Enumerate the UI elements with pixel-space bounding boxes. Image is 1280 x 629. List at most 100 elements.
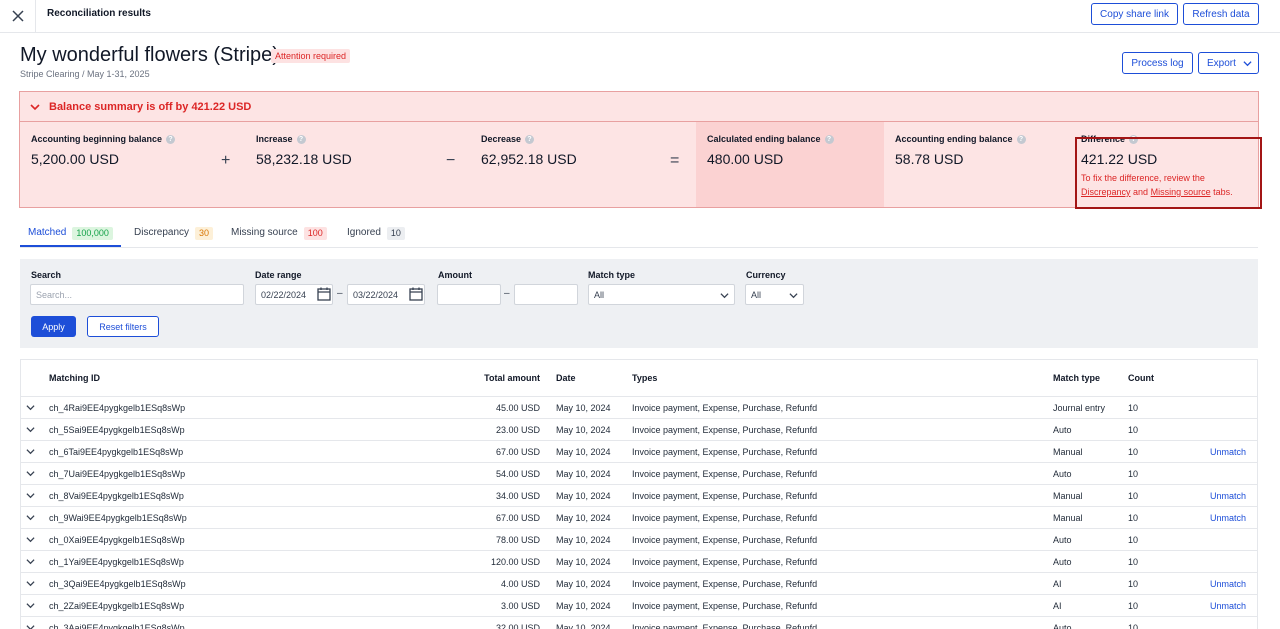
tab-ignored[interactable]: Ignored 10 xyxy=(347,221,405,247)
tab-matched[interactable]: Matched 100,000 xyxy=(20,221,121,247)
column-header-matching-id[interactable]: Matching ID xyxy=(49,373,100,383)
unmatch-link[interactable]: Unmatch xyxy=(1210,513,1246,523)
increase-value: 58,232.18 USD xyxy=(256,151,352,167)
total-amount-cell: 34.00 USD xyxy=(495,491,540,501)
total-amount-cell: 45.00 USD xyxy=(495,403,540,413)
beginning-balance-cell: Accounting beginning balance? 5,200.00 U… xyxy=(20,122,245,207)
close-button[interactable] xyxy=(0,0,36,32)
date-cell: May 10, 2024 xyxy=(556,469,611,479)
tab-count-badge: 30 xyxy=(195,227,214,240)
matching-id-cell: ch_5Sai9EE4pygkgelb1ESq8sWp xyxy=(49,425,185,435)
matching-id-cell: ch_4Rai9EE4pygkgelb1ESq8sWp xyxy=(49,403,186,413)
currency-select[interactable]: All xyxy=(745,284,804,305)
types-cell: Invoice payment, Expense, Purchase, Refu… xyxy=(632,623,818,629)
types-cell: Invoice payment, Expense, Purchase, Refu… xyxy=(632,447,818,457)
refresh-data-button[interactable]: Refresh data xyxy=(1183,3,1259,25)
match-type-select[interactable]: All xyxy=(588,284,735,305)
chevron-down-icon[interactable] xyxy=(26,425,35,434)
export-button[interactable]: Export xyxy=(1198,52,1259,74)
count-cell: 10 xyxy=(1128,491,1139,501)
date-cell: May 10, 2024 xyxy=(556,447,611,457)
chevron-down-icon[interactable] xyxy=(26,601,35,610)
count-cell: 10 xyxy=(1128,425,1139,435)
total-amount-cell: 32.00 USD xyxy=(495,623,540,629)
column-header-count[interactable]: Count xyxy=(1128,373,1154,383)
amount-min-input[interactable] xyxy=(437,284,501,305)
table-row[interactable]: ch_3Aai9EE4pygkgelb1ESq8sWp 32.00 USD May … xyxy=(21,617,1257,629)
table-row[interactable]: ch_3Qai9EE4pygkgelb1ESq8sWp 4.00 USD May 1… xyxy=(21,573,1257,595)
total-amount-cell: 54.00 USD xyxy=(495,469,540,479)
filters-panel: Search Search... Date range 02/22/2024 –… xyxy=(20,259,1258,348)
currency-label: Currency xyxy=(746,270,786,280)
chevron-down-icon[interactable] xyxy=(26,557,35,566)
apply-button[interactable]: Apply xyxy=(31,316,76,337)
table-row[interactable]: ch_0Xai9EE4pygkgelb1ESq8sWp 78.00 USD May … xyxy=(21,529,1257,551)
beginning-balance-label-row: Accounting beginning balance? xyxy=(31,134,176,144)
chevron-down-icon[interactable] xyxy=(26,535,35,544)
table-row[interactable]: ch_1Yai9EE4pygkgelb1ESq8sWp 120.00 USD May… xyxy=(21,551,1257,573)
calculated-ending-value: 480.00 USD xyxy=(707,151,784,167)
count-cell: 10 xyxy=(1128,623,1139,629)
match-type-cell: Manual xyxy=(1053,447,1083,457)
chevron-down-icon[interactable] xyxy=(26,469,35,478)
unmatch-link[interactable]: Unmatch xyxy=(1210,447,1246,457)
count-cell: 10 xyxy=(1128,535,1139,545)
chevron-down-icon[interactable] xyxy=(26,579,35,588)
unmatch-link[interactable]: Unmatch xyxy=(1210,579,1246,589)
date-range-label: Date range xyxy=(255,270,302,280)
table-row[interactable]: ch_2Zai9EE4pygkgelb1ESq8sWp 3.00 USD May 1… xyxy=(21,595,1257,617)
count-cell: 10 xyxy=(1128,403,1139,413)
increase-label-row: Increase? xyxy=(256,134,306,144)
date-cell: May 10, 2024 xyxy=(556,403,611,413)
table-row[interactable]: ch_4Rai9EE4pygkgelb1ESq8sWp 45.00 USD May … xyxy=(21,397,1257,419)
difference-highlight-box xyxy=(1075,137,1262,209)
date-range-separator: – xyxy=(337,288,343,299)
amount-max-input[interactable] xyxy=(514,284,578,305)
minus-operator: − xyxy=(446,152,456,169)
chevron-down-icon[interactable] xyxy=(26,513,35,522)
chevron-down-icon[interactable] xyxy=(26,403,35,412)
column-header-date[interactable]: Date xyxy=(556,373,576,383)
calendar-icon[interactable] xyxy=(408,286,424,302)
table-row[interactable]: ch_7Uai9EE4pygkgelb1ESq8sWp 54.00 USD May … xyxy=(21,463,1257,485)
tab-label: Discrepancy xyxy=(134,227,190,238)
column-header-match-type[interactable]: Match type xyxy=(1053,373,1100,383)
info-icon[interactable]: ? xyxy=(296,134,306,144)
search-input[interactable]: Search... xyxy=(30,284,244,305)
table-row[interactable]: ch_6Tai9EE4pygkgelb1ESq8sWp 67.00 USD May … xyxy=(21,441,1257,463)
total-amount-cell: 3.00 USD xyxy=(500,601,540,611)
chevron-down-icon[interactable] xyxy=(26,623,35,629)
tab-discrepancy[interactable]: Discrepancy 30 xyxy=(134,221,214,247)
balance-summary-toggle[interactable]: Balance summary is off by 421.22 USD xyxy=(20,92,1258,122)
info-icon[interactable]: ? xyxy=(1016,134,1026,144)
process-log-button[interactable]: Process log xyxy=(1122,52,1193,74)
tab-missing-source[interactable]: Missing source 100 xyxy=(231,221,327,247)
match-type-cell: Auto xyxy=(1053,557,1072,567)
tab-label: Missing source xyxy=(231,227,298,238)
calendar-icon[interactable] xyxy=(316,286,332,302)
copy-share-link-button[interactable]: Copy share link xyxy=(1091,3,1178,25)
info-icon[interactable]: ? xyxy=(824,134,834,144)
chevron-down-icon[interactable] xyxy=(26,447,35,456)
decrease-cell: Decrease? 62,952.18 USD xyxy=(470,122,696,207)
table-row[interactable]: ch_9Wai9EE4pygkgelb1ESq8sWp 67.00 USD May … xyxy=(21,507,1257,529)
info-icon[interactable]: ? xyxy=(166,134,176,144)
calculated-ending-label: Calculated ending balance xyxy=(707,134,821,144)
unmatch-link[interactable]: Unmatch xyxy=(1210,601,1246,611)
unmatch-link[interactable]: Unmatch xyxy=(1210,491,1246,501)
match-type-cell: AI xyxy=(1053,601,1062,611)
info-icon[interactable]: ? xyxy=(525,134,535,144)
column-header-types[interactable]: Types xyxy=(632,373,657,383)
column-header-total-amount[interactable]: Total amount xyxy=(484,373,540,383)
tab-label: Ignored xyxy=(347,227,381,238)
date-cell: May 10, 2024 xyxy=(556,535,611,545)
types-cell: Invoice payment, Expense, Purchase, Refu… xyxy=(632,557,818,567)
table-row[interactable]: ch_5Sai9EE4pygkgelb1ESq8sWp 23.00 USD May … xyxy=(21,419,1257,441)
table-row[interactable]: ch_8Vai9EE4pygkgelb1ESq8sWp 34.00 USD May … xyxy=(21,485,1257,507)
tab-count-badge: 10 xyxy=(386,227,405,240)
types-cell: Invoice payment, Expense, Purchase, Refu… xyxy=(632,425,818,435)
chevron-down-icon[interactable] xyxy=(26,491,35,500)
equals-operator: = xyxy=(670,152,680,169)
tab-label: Matched xyxy=(28,227,67,238)
reset-filters-button[interactable]: Reset filters xyxy=(87,316,159,337)
